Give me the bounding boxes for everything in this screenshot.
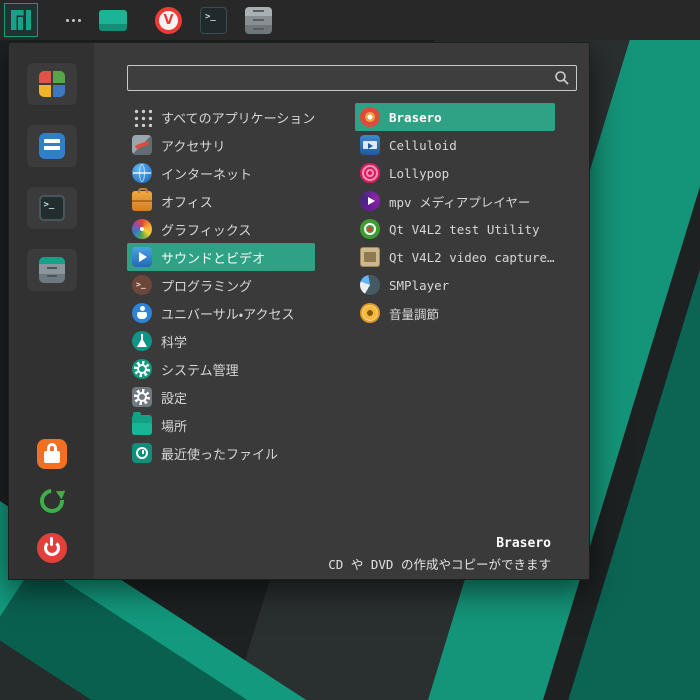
file-cabinet-icon[interactable] bbox=[245, 6, 272, 34]
play-icon bbox=[132, 247, 152, 267]
lock-icon[interactable] bbox=[36, 439, 67, 469]
sidebar-item-file-manager[interactable] bbox=[26, 249, 77, 291]
category-office[interactable]: オフィス bbox=[127, 187, 315, 215]
category-label: サウンドとビデオ bbox=[161, 251, 266, 267]
category-label: 設定 bbox=[161, 391, 188, 407]
category-label: グラフィックス bbox=[161, 223, 252, 239]
menu-main: すべてのアプリケーション アクセサリ インターネット オフィス グラフィックス bbox=[94, 43, 589, 579]
category-label: ユニバーサル・アクセス bbox=[161, 307, 295, 323]
terminal-icon bbox=[38, 195, 65, 221]
app-label: Brasero bbox=[389, 109, 442, 125]
disc-icon bbox=[360, 107, 380, 127]
power-icon[interactable] bbox=[36, 533, 67, 563]
sidebar-top-group bbox=[26, 63, 77, 291]
category-label: 場所 bbox=[161, 419, 188, 435]
logout-icon[interactable] bbox=[37, 486, 67, 516]
category-recent[interactable]: 最近使ったファイル bbox=[127, 439, 315, 467]
sidebar-item-software[interactable] bbox=[26, 125, 77, 167]
pinwheel-icon bbox=[132, 219, 152, 239]
application-menu: すべてのアプリケーション アクセサリ インターネット オフィス グラフィックス bbox=[8, 42, 590, 580]
app-brasero[interactable]: Brasero bbox=[355, 103, 555, 131]
category-label: インターネット bbox=[161, 167, 253, 183]
apps-grid-icon bbox=[132, 107, 152, 127]
category-label: オフィス bbox=[161, 195, 213, 211]
briefcase-icon bbox=[132, 188, 152, 211]
app-label: SMPlayer bbox=[389, 277, 450, 293]
category-label: すべてのアプリケーション bbox=[161, 111, 316, 127]
utilities-icon bbox=[132, 135, 152, 155]
menu-columns: すべてのアプリケーション アクセサリ インターネット オフィス グラフィックス bbox=[127, 103, 577, 467]
category-label: システム管理 bbox=[161, 363, 239, 379]
app-qt-v4l2-test[interactable]: Qt V4L2 test Utility bbox=[355, 215, 555, 243]
selected-app-description: CD や DVD の作成やコピーができます bbox=[328, 557, 551, 572]
play-circle-icon bbox=[360, 191, 380, 211]
code-icon bbox=[132, 275, 152, 295]
app-grid-icon bbox=[38, 71, 65, 97]
category-label: アクセサリ bbox=[161, 139, 226, 155]
category-accessories[interactable]: アクセサリ bbox=[127, 131, 315, 159]
menu-sidebar bbox=[9, 43, 94, 579]
app-label: Lollypop bbox=[389, 165, 450, 181]
file-cabinet-icon bbox=[38, 257, 65, 283]
selected-app-status: Brasero CD や DVD の作成やコピーができます bbox=[328, 536, 551, 573]
desktop: { "panel": { "items": [ {"name": "applic… bbox=[0, 0, 700, 700]
app-mpv[interactable]: mpv メディアプレイヤー bbox=[355, 187, 555, 215]
flask-icon bbox=[132, 331, 152, 351]
film-icon bbox=[360, 135, 380, 155]
globe-icon bbox=[132, 163, 152, 183]
terminal-icon[interactable] bbox=[200, 6, 227, 34]
teal-window-icon[interactable] bbox=[99, 9, 127, 31]
category-universal-access[interactable]: ユニバーサル・アクセス bbox=[127, 299, 315, 327]
search-icon bbox=[555, 71, 569, 85]
top-panel bbox=[0, 0, 700, 40]
gear-teal-icon bbox=[132, 359, 152, 379]
vivaldi-icon[interactable] bbox=[155, 6, 182, 34]
clock-icon bbox=[132, 443, 152, 463]
search-bar bbox=[127, 65, 577, 91]
category-settings[interactable]: 設定 bbox=[127, 383, 315, 411]
category-multimedia[interactable]: サウンドとビデオ bbox=[127, 243, 315, 271]
category-internet[interactable]: インターネット bbox=[127, 159, 315, 187]
app-label: Qt V4L2 test Utility bbox=[389, 221, 540, 237]
folder-icon bbox=[132, 412, 152, 435]
gears-icon bbox=[132, 387, 152, 407]
category-label: プログラミング bbox=[161, 279, 253, 295]
app-smplayer[interactable]: SMPlayer bbox=[355, 271, 555, 299]
sidebar-bottom-group bbox=[36, 439, 67, 563]
manjaro-logo-icon bbox=[11, 10, 31, 30]
sidebar-item-all-applications[interactable] bbox=[26, 63, 77, 105]
category-places[interactable]: 場所 bbox=[127, 411, 315, 439]
smplayer-icon bbox=[360, 275, 380, 295]
app-volume-control[interactable]: 音量調節 bbox=[355, 299, 555, 327]
app-label: Celluloid bbox=[389, 137, 457, 153]
selected-app-name: Brasero bbox=[496, 536, 551, 551]
application-list: Brasero Celluloid Lollypop mpv メディアプレイヤー… bbox=[355, 103, 555, 467]
app-label: mpv メディアプレイヤー bbox=[389, 194, 531, 210]
application-menu-button[interactable] bbox=[4, 3, 38, 37]
app-label: Qt V4L2 video capture… bbox=[389, 249, 555, 265]
category-label: 最近使ったファイル bbox=[161, 447, 279, 463]
lollipop-icon bbox=[360, 163, 380, 183]
app-lollypop[interactable]: Lollypop bbox=[355, 159, 555, 187]
app-label: 音量調節 bbox=[389, 306, 440, 322]
app-qt-v4l2-capture[interactable]: Qt V4L2 video capture… bbox=[355, 243, 555, 271]
category-development[interactable]: プログラミング bbox=[127, 271, 315, 299]
sidebar-item-terminal[interactable] bbox=[26, 187, 77, 229]
target-icon bbox=[360, 219, 380, 239]
capture-card-icon bbox=[360, 247, 380, 267]
category-science[interactable]: 科学 bbox=[127, 327, 315, 355]
software-icon bbox=[38, 133, 65, 159]
category-list: すべてのアプリケーション アクセサリ インターネット オフィス グラフィックス bbox=[127, 103, 315, 467]
accessibility-icon bbox=[132, 303, 152, 323]
speaker-icon bbox=[360, 303, 380, 323]
category-all-applications[interactable]: すべてのアプリケーション bbox=[127, 103, 315, 131]
category-label: 科学 bbox=[161, 335, 188, 351]
category-system[interactable]: システム管理 bbox=[127, 355, 315, 383]
ellipsis-icon[interactable] bbox=[66, 18, 69, 22]
app-celluloid[interactable]: Celluloid bbox=[355, 131, 555, 159]
search-input[interactable] bbox=[127, 65, 577, 91]
category-graphics[interactable]: グラフィックス bbox=[127, 215, 315, 243]
